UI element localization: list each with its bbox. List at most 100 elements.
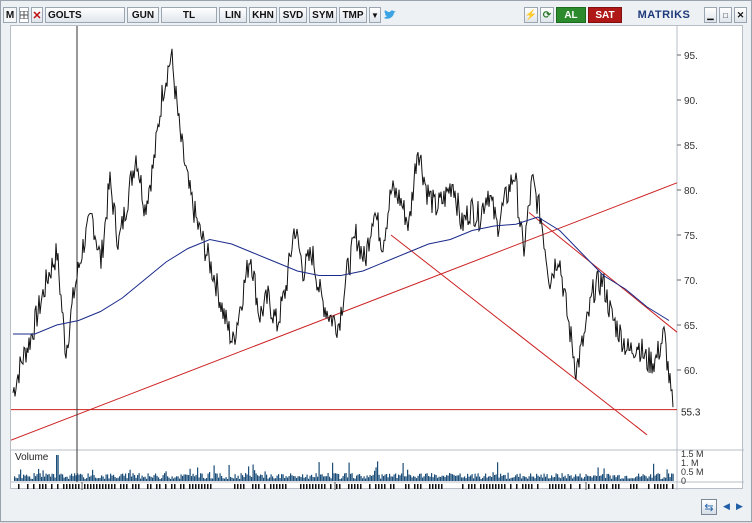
svd-label: SVD: [282, 9, 304, 21]
volume-bar: [14, 476, 16, 481]
volume-bar: [266, 474, 268, 481]
volume-bar: [195, 474, 197, 481]
minimize-button[interactable]: ▁: [704, 7, 717, 23]
date-tick-mark: [282, 484, 284, 489]
volume-bar: [317, 476, 319, 481]
volume-bar: [527, 478, 529, 481]
volume-bar: [381, 474, 383, 481]
twitter-icon[interactable]: [383, 7, 397, 23]
currency-button[interactable]: TL: [161, 7, 217, 23]
app-icon[interactable]: M: [3, 7, 17, 23]
volume-bar: [215, 473, 217, 481]
date-tick-mark: [438, 484, 440, 489]
date-tick-mark: [207, 484, 209, 489]
volume-bar: [68, 478, 70, 481]
date-tick-mark: [330, 484, 332, 489]
scale-button[interactable]: LIN: [219, 7, 247, 23]
volume-bar: [141, 475, 143, 481]
chart-canvas[interactable]: 95.90.85.80.75.70.65.60.55.3Volume 1.5 M1…: [10, 26, 744, 505]
volume-bar: [513, 477, 515, 481]
volume-bar: [314, 477, 316, 481]
date-tick-mark: [252, 484, 254, 489]
close-button[interactable]: ✕: [734, 7, 747, 23]
scroll-right-button[interactable]: ▶: [734, 501, 745, 513]
volume-bar: [465, 478, 467, 481]
volume-bar: [603, 468, 605, 481]
date-tick-mark: [270, 484, 272, 489]
volume-bar: [575, 474, 577, 481]
volume-bar: [237, 475, 239, 481]
volume-bar: [488, 476, 490, 481]
lightning-icon: ⚡: [524, 9, 538, 21]
volume-bar: [86, 478, 88, 481]
volume-bar: [533, 476, 535, 481]
date-tick-mark: [243, 484, 245, 489]
volume-bar: [651, 477, 653, 481]
refresh-icon[interactable]: ⟳: [540, 7, 554, 23]
tmp-button[interactable]: TMP: [339, 7, 367, 23]
volume-bar: [366, 475, 368, 481]
volume-bar: [611, 478, 613, 481]
grid-icon[interactable]: [19, 7, 29, 23]
volume-bar: [482, 477, 484, 481]
date-tick-mark: [303, 484, 305, 489]
date-tick-mark: [666, 484, 668, 489]
volume-bar: [428, 476, 430, 481]
volume-bar: [620, 478, 622, 481]
sync-button[interactable]: ⇆: [701, 499, 717, 515]
maximize-button[interactable]: □: [719, 7, 732, 23]
volume-bar: [536, 473, 538, 481]
volume-bar: [464, 476, 466, 481]
volume-bar: [212, 478, 214, 481]
volume-bar: [204, 478, 206, 481]
volume-bar: [579, 473, 581, 481]
sym-button[interactable]: SYM: [309, 7, 337, 23]
volume-bar: [174, 477, 176, 481]
volume-bar: [374, 470, 376, 481]
chart-area[interactable]: 95. 90. 85. 80. 75. 70. 65. 60. 55.3 Volume 1.5 M1…: [10, 25, 744, 505]
date-tick-mark: [654, 484, 656, 489]
volume-bar: [161, 478, 163, 481]
dropdown-button[interactable]: ▼: [369, 7, 381, 23]
date-tick-mark: [522, 484, 524, 489]
date-tick-mark: [549, 484, 551, 489]
period-button[interactable]: GUN: [127, 7, 159, 23]
svd-button[interactable]: SVD: [279, 7, 307, 23]
sell-button[interactable]: SAT: [588, 7, 622, 23]
volume-bar: [243, 477, 245, 481]
volume-bar: [191, 476, 193, 481]
volume-bar: [662, 478, 664, 481]
volume-bar: [578, 476, 580, 481]
date-tick-mark: [147, 484, 149, 489]
volume-bar: [591, 477, 593, 481]
close-symbol-icon[interactable]: ✕: [31, 7, 43, 23]
buy-button[interactable]: AL: [556, 7, 586, 23]
volume-bar: [153, 475, 155, 481]
scroll-left-button[interactable]: ◀: [721, 501, 732, 513]
volume-bar: [95, 477, 97, 481]
volume-bar: [425, 473, 427, 481]
y-tick-label: 90.: [684, 96, 698, 107]
khn-button[interactable]: KHN: [249, 7, 277, 23]
date-tick-mark: [501, 484, 503, 489]
volume-bar: [63, 477, 65, 481]
date-tick-mark: [648, 484, 650, 489]
volume-bar: [281, 474, 283, 481]
date-tick-mark: [57, 484, 59, 489]
volume-bar: [386, 474, 388, 481]
date-tick-mark: [537, 484, 539, 489]
date-tick-mark: [555, 484, 557, 489]
flash-icon[interactable]: ⚡: [524, 7, 538, 23]
symbol-field[interactable]: GOLTS: [45, 7, 125, 23]
volume-bar: [515, 475, 517, 481]
date-tick-mark: [360, 484, 362, 489]
volume-bar: [338, 474, 340, 481]
volume-bar: [150, 476, 152, 481]
date-tick-mark: [663, 484, 665, 489]
volume-bar: [485, 473, 487, 481]
volume-bar: [443, 475, 445, 481]
volume-bar: [279, 478, 281, 481]
volume-bar: [564, 475, 566, 481]
volume-bar: [341, 478, 343, 481]
volume-bar: [503, 475, 505, 481]
